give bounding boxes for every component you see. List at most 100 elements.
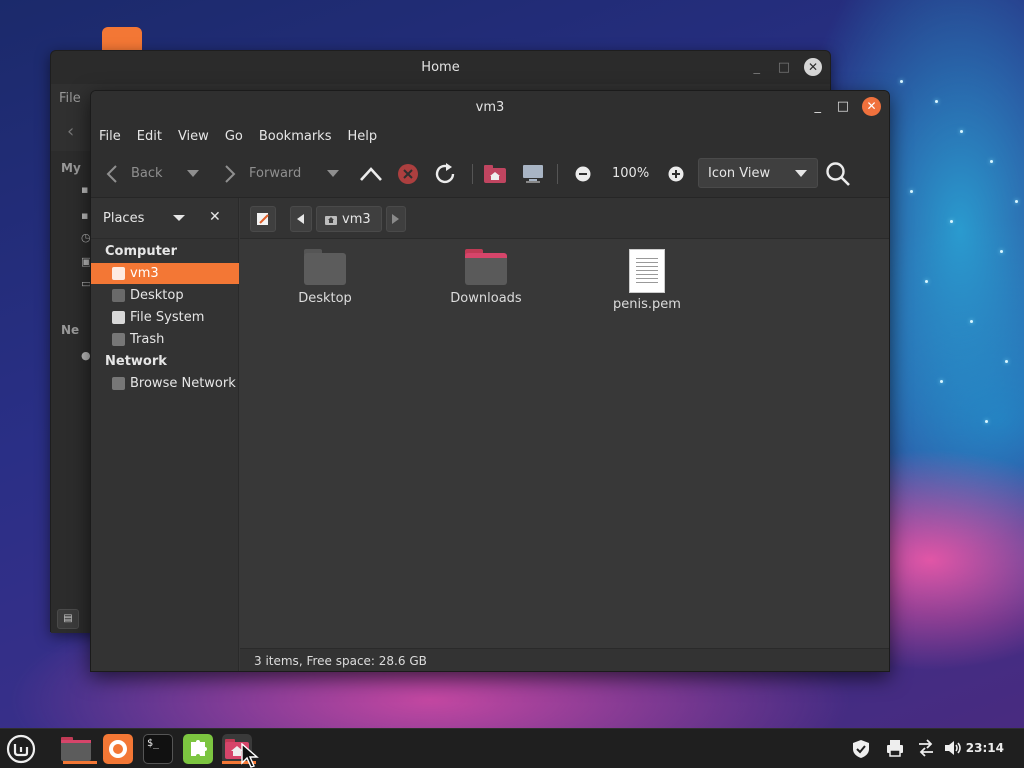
path-scroll-left[interactable] xyxy=(290,206,312,232)
edit-icon xyxy=(257,213,269,225)
stop-button[interactable] xyxy=(397,149,419,198)
back-arrow-icon[interactable]: ‹ xyxy=(67,121,74,142)
stop-icon xyxy=(398,163,418,184)
path-button-vm3[interactable]: vm3 xyxy=(316,206,382,232)
shield-icon[interactable] xyxy=(852,739,870,763)
taskbar: $_ 23:14 xyxy=(0,728,1024,768)
zoom-out-icon xyxy=(575,166,591,181)
network-icon xyxy=(112,377,125,390)
taskbar-extensions[interactable] xyxy=(183,734,213,764)
firefox-icon xyxy=(109,740,127,758)
file-view[interactable]: Desktop Downloads penis.pem xyxy=(240,240,889,648)
home-button[interactable] xyxy=(484,149,506,198)
folder-icon xyxy=(61,737,91,761)
stub-section-network: Ne xyxy=(61,323,80,337)
menu-help[interactable]: Help xyxy=(347,125,377,149)
sidebar-item-desktop[interactable]: Desktop xyxy=(91,285,239,306)
toolbar: Back Forward 100% Icon View xyxy=(91,149,889,198)
forward-history-dropdown[interactable] xyxy=(327,149,339,198)
new-folder-icon[interactable]: ▤ xyxy=(57,609,79,629)
zoom-in-button[interactable] xyxy=(668,149,684,198)
sidebar-item-label: Browse Network xyxy=(130,376,236,391)
sidebar-item-file-system[interactable]: File System xyxy=(91,307,239,328)
clock[interactable]: 23:14 xyxy=(966,741,1004,755)
chevron-down-icon xyxy=(187,169,199,177)
places-label: Places xyxy=(103,211,145,226)
trash-icon xyxy=(112,333,125,346)
maximize-icon[interactable]: □ xyxy=(778,60,790,75)
reload-button[interactable] xyxy=(432,149,458,198)
network-disconnected-icon[interactable] xyxy=(917,739,935,761)
file-item[interactable]: Downloads xyxy=(426,249,546,306)
minimize-icon[interactable]: _ xyxy=(754,60,761,75)
up-button[interactable] xyxy=(359,149,383,198)
reload-icon xyxy=(435,162,455,183)
home-window-title: Home xyxy=(421,60,460,75)
volume-icon[interactable] xyxy=(943,739,963,761)
toolbar-separator xyxy=(557,164,558,184)
file-item[interactable]: penis.pem xyxy=(587,249,707,312)
path-scroll-right[interactable] xyxy=(386,206,406,232)
menu-edit[interactable]: Edit xyxy=(137,125,162,149)
back-history-dropdown[interactable] xyxy=(187,149,199,198)
menu-bookmarks[interactable]: Bookmarks xyxy=(259,125,332,149)
file-name: Desktop xyxy=(298,291,352,306)
file-name: penis.pem xyxy=(613,297,681,312)
zoom-out-button[interactable] xyxy=(575,149,591,198)
window-title: vm3 xyxy=(475,100,505,115)
home-menu-file[interactable]: File xyxy=(59,91,81,106)
minimize-icon[interactable]: _ xyxy=(815,99,822,115)
home-icon xyxy=(112,267,125,280)
computer-icon xyxy=(523,164,543,183)
edit-location-button[interactable] xyxy=(250,206,276,232)
chevron-down-icon xyxy=(795,170,807,177)
sidebar-item-vm3[interactable]: vm3 xyxy=(91,263,239,284)
sidebar: Places ✕ Computer vm3 Desktop File Syste… xyxy=(91,198,239,671)
menubar: File Edit View Go Bookmarks Help xyxy=(91,125,889,149)
chevron-left-icon xyxy=(297,214,304,224)
running-indicator xyxy=(63,761,97,764)
search-icon xyxy=(826,161,850,186)
home-folder-icon xyxy=(484,164,506,183)
menu-view[interactable]: View xyxy=(178,125,209,149)
stub-section-my: My xyxy=(61,161,81,175)
back-button[interactable]: Back xyxy=(105,149,163,198)
zoom-in-icon xyxy=(668,166,684,181)
taskbar-files[interactable] xyxy=(61,734,97,764)
titlebar[interactable]: vm3 _ □ ✕ xyxy=(91,91,889,125)
mouse-cursor-icon xyxy=(241,743,259,768)
maximize-icon[interactable]: □ xyxy=(837,99,849,115)
taskbar-firefox[interactable] xyxy=(103,734,133,764)
chevron-right-icon xyxy=(392,214,399,224)
close-sidebar-icon[interactable]: ✕ xyxy=(209,209,221,225)
chevron-down-icon xyxy=(327,169,339,177)
home-titlebar[interactable]: Home _ □ ✕ xyxy=(51,51,830,84)
view-mode-select[interactable]: Icon View xyxy=(698,158,818,188)
chevron-down-icon[interactable] xyxy=(173,215,185,221)
menu-go[interactable]: Go xyxy=(225,125,243,149)
document-icon xyxy=(629,249,665,293)
computer-button[interactable] xyxy=(522,149,544,198)
close-icon[interactable]: ✕ xyxy=(804,58,822,76)
taskbar-terminal[interactable]: $_ xyxy=(143,734,173,764)
close-icon[interactable]: ✕ xyxy=(862,97,881,116)
zoom-level: 100% xyxy=(612,149,649,198)
home-icon xyxy=(325,215,337,225)
menu-file[interactable]: File xyxy=(99,125,121,149)
file-item[interactable]: Desktop xyxy=(265,249,385,306)
search-button[interactable] xyxy=(825,149,851,198)
section-network: Network xyxy=(105,354,167,369)
terminal-icon: $_ xyxy=(147,738,160,749)
forward-button[interactable]: Forward xyxy=(223,149,301,198)
start-menu-button[interactable] xyxy=(6,734,36,764)
sidebar-item-trash[interactable]: Trash xyxy=(91,329,239,350)
path-current-label: vm3 xyxy=(342,211,371,227)
sidebar-item-browse-network[interactable]: Browse Network xyxy=(91,373,239,394)
folder-icon xyxy=(304,249,346,285)
printer-icon[interactable] xyxy=(886,739,904,761)
puzzle-icon xyxy=(191,740,207,756)
back-label: Back xyxy=(131,166,163,181)
file-manager-window[interactable]: vm3 _ □ ✕ File Edit View Go Bookmarks He… xyxy=(90,90,890,672)
forward-label: Forward xyxy=(249,166,302,181)
places-header: Places ✕ xyxy=(91,198,238,239)
